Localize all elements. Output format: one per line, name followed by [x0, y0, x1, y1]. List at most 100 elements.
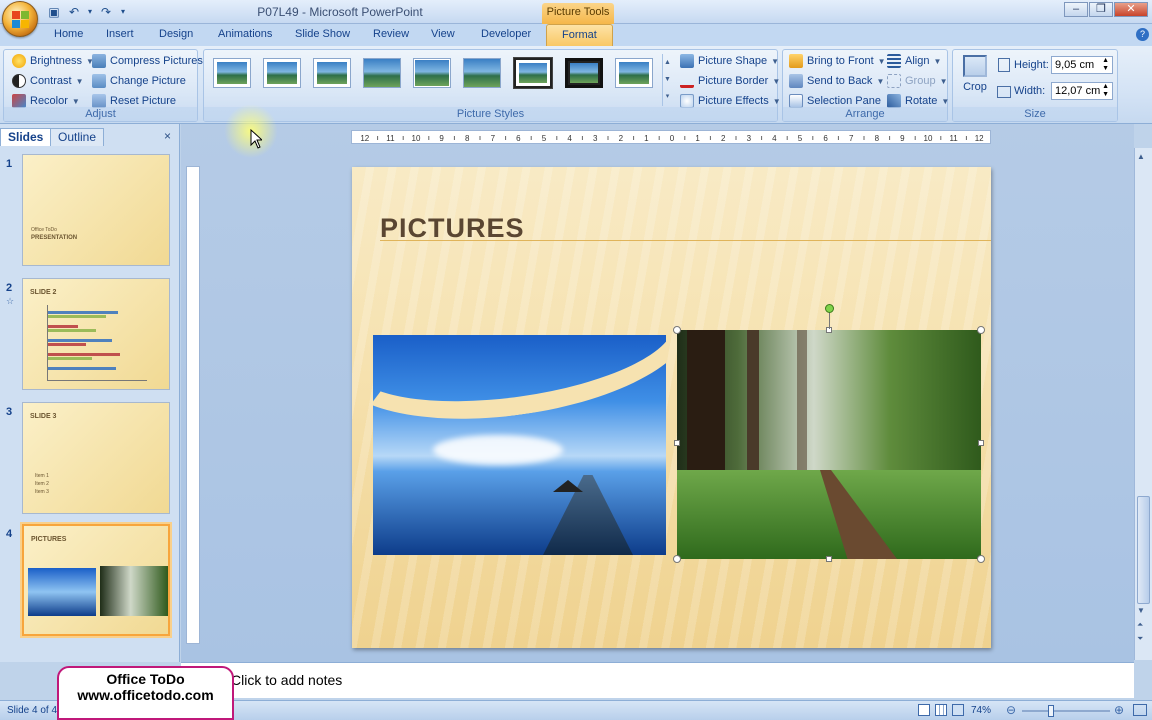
- office-button[interactable]: [2, 1, 38, 37]
- help-icon[interactable]: ?: [1136, 28, 1149, 41]
- picture-style-7[interactable]: [514, 58, 552, 88]
- contrast-icon: [12, 74, 26, 88]
- ruler-tick-label: 4: [567, 134, 572, 143]
- ruler-tick-label: 2: [619, 134, 624, 143]
- chevron-down-icon: ▼: [75, 76, 84, 86]
- zoom-slider-thumb[interactable]: [1048, 705, 1054, 717]
- current-slide[interactable]: PICTURES: [352, 167, 991, 648]
- pane-tabs: Slides Outline ×: [0, 128, 180, 146]
- tab-home[interactable]: Home: [54, 28, 83, 40]
- picture-style-1[interactable]: [213, 58, 251, 88]
- resize-handle-bottom-left[interactable]: [673, 555, 681, 563]
- zoom-level[interactable]: 74%: [971, 705, 991, 716]
- picture-style-4[interactable]: [363, 58, 401, 88]
- tab-design[interactable]: Design: [159, 28, 193, 40]
- resize-handle-top-right[interactable]: [977, 326, 985, 334]
- picture-style-2[interactable]: [263, 58, 301, 88]
- picture-shape-icon: [680, 54, 694, 68]
- resize-handle-bottom[interactable]: [826, 556, 832, 562]
- compress-pictures-icon: [92, 54, 106, 68]
- slide-4-preview: PICTURES: [22, 524, 170, 636]
- tab-slides[interactable]: Slides: [0, 128, 52, 146]
- ruler-tick-label: 12: [975, 134, 984, 143]
- tab-view[interactable]: View: [431, 28, 455, 40]
- tab-insert[interactable]: Insert: [106, 28, 134, 40]
- previous-slide-icon[interactable]: ⏶: [1137, 620, 1143, 630]
- size-group-label: Size: [953, 107, 1117, 121]
- height-input[interactable]: 9,05 cm ▲ ▼: [1051, 56, 1113, 74]
- zoom-out-icon[interactable]: ⊖: [1006, 703, 1016, 717]
- picture-style-6[interactable]: [463, 58, 501, 88]
- picture-shape-button[interactable]: Picture Shape ▼: [680, 52, 779, 70]
- compress-pictures-button[interactable]: Compress Pictures: [92, 52, 203, 70]
- ruler-tick-label: 4: [772, 134, 777, 143]
- ruler-tick-label: 11: [949, 134, 958, 143]
- notes-pane[interactable]: Click to add notes: [181, 662, 1134, 698]
- tab-review[interactable]: Review: [373, 28, 409, 40]
- scroll-down-icon[interactable]: ▼: [1137, 606, 1145, 615]
- ruler-tick-label: 9: [900, 134, 905, 143]
- slide-sorter-icon[interactable]: [935, 704, 947, 716]
- zoom-slider[interactable]: [1022, 710, 1110, 712]
- vertical-scrollbar[interactable]: ▲ ▼ ⏶ ⏷: [1134, 148, 1152, 660]
- ruler-tick-label: 8: [875, 134, 880, 143]
- title-underline: [380, 240, 991, 241]
- slide-2-preview: SLIDE 2: [22, 278, 170, 390]
- width-input[interactable]: 12,07 cm ▲ ▼: [1051, 82, 1113, 100]
- forest-path-picture[interactable]: [677, 330, 981, 559]
- resize-handle-right[interactable]: [978, 440, 984, 446]
- minimize-button[interactable]: –: [1064, 2, 1088, 17]
- slide-1-preview: Office ToDo PRESENTATION: [22, 154, 170, 266]
- scroll-up-icon[interactable]: ▲: [1137, 152, 1145, 161]
- chevron-down-icon: ▼: [939, 76, 948, 86]
- crop-button[interactable]: Crop: [960, 53, 990, 105]
- crop-icon: [963, 55, 987, 77]
- slide-4-mini-forest-picture: [100, 566, 168, 616]
- slide-count-status: Slide 4 of 4: [7, 705, 58, 716]
- tab-animations[interactable]: Animations: [218, 28, 272, 40]
- tab-developer[interactable]: Developer: [481, 28, 531, 40]
- width-spinner-icon[interactable]: ▲ ▼: [1102, 83, 1109, 99]
- change-picture-button[interactable]: Change Picture: [92, 72, 186, 90]
- ruler-tick-label: 8: [465, 134, 470, 143]
- horizontal-ruler: 12 11 10 9 8 7 6 5 4 3 2 1 0 1 2 3 4 5 6 7 8 9 10 11 12: [351, 130, 991, 144]
- resize-handle-left[interactable]: [674, 440, 680, 446]
- picture-style-3[interactable]: [313, 58, 351, 88]
- fit-to-window-icon[interactable]: [1133, 704, 1147, 716]
- slide-show-icon[interactable]: [952, 704, 964, 716]
- normal-view-icon[interactable]: [918, 704, 930, 716]
- bring-to-front-button[interactable]: Bring to Front ▼: [789, 52, 886, 70]
- picture-style-9[interactable]: [615, 58, 653, 88]
- resize-handle-top-left[interactable]: [673, 326, 681, 334]
- ruler-tick-label: 3: [747, 134, 752, 143]
- sky-pier-picture[interactable]: [373, 335, 666, 555]
- scrollbar-thumb[interactable]: [1137, 496, 1150, 604]
- height-spinner-icon[interactable]: ▲ ▼: [1102, 57, 1109, 73]
- align-icon: [887, 54, 901, 68]
- styles-gallery-scroll[interactable]: ▲ ▼ ▾: [662, 54, 672, 106]
- tab-slide-show[interactable]: Slide Show: [295, 28, 350, 40]
- picture-style-8[interactable]: [565, 58, 603, 88]
- brightness-button[interactable]: Brightness ▼: [12, 52, 94, 70]
- rotate-handle[interactable]: [825, 304, 834, 313]
- send-to-back-icon: [789, 74, 803, 88]
- notes-placeholder[interactable]: Click to add notes: [231, 672, 342, 688]
- picture-style-5[interactable]: [413, 58, 451, 88]
- resize-handle-bottom-right[interactable]: [977, 555, 985, 563]
- zoom-in-icon[interactable]: ⊕: [1114, 703, 1124, 717]
- close-button[interactable]: ✕: [1114, 2, 1148, 17]
- send-to-back-button[interactable]: Send to Back ▼: [789, 72, 884, 90]
- tab-format[interactable]: Format: [546, 24, 613, 46]
- ruler-tick-label: 5: [542, 134, 547, 143]
- close-pane-icon[interactable]: ×: [164, 129, 171, 143]
- picture-border-button[interactable]: Picture Border ▼: [680, 72, 780, 90]
- tab-outline[interactable]: Outline: [50, 128, 105, 146]
- height-label: Height:: [1014, 59, 1049, 71]
- ribbon: Brightness ▼ Contrast ▼ Recolor ▼ Compress …: [0, 46, 1152, 124]
- align-button[interactable]: Align ▼: [887, 52, 941, 70]
- next-slide-icon[interactable]: ⏷: [1137, 634, 1143, 644]
- selection-pane-icon: [789, 94, 803, 108]
- restore-button[interactable]: ❐: [1089, 2, 1113, 17]
- contrast-button[interactable]: Contrast ▼: [12, 72, 84, 90]
- group-button[interactable]: Group ▼: [887, 72, 948, 90]
